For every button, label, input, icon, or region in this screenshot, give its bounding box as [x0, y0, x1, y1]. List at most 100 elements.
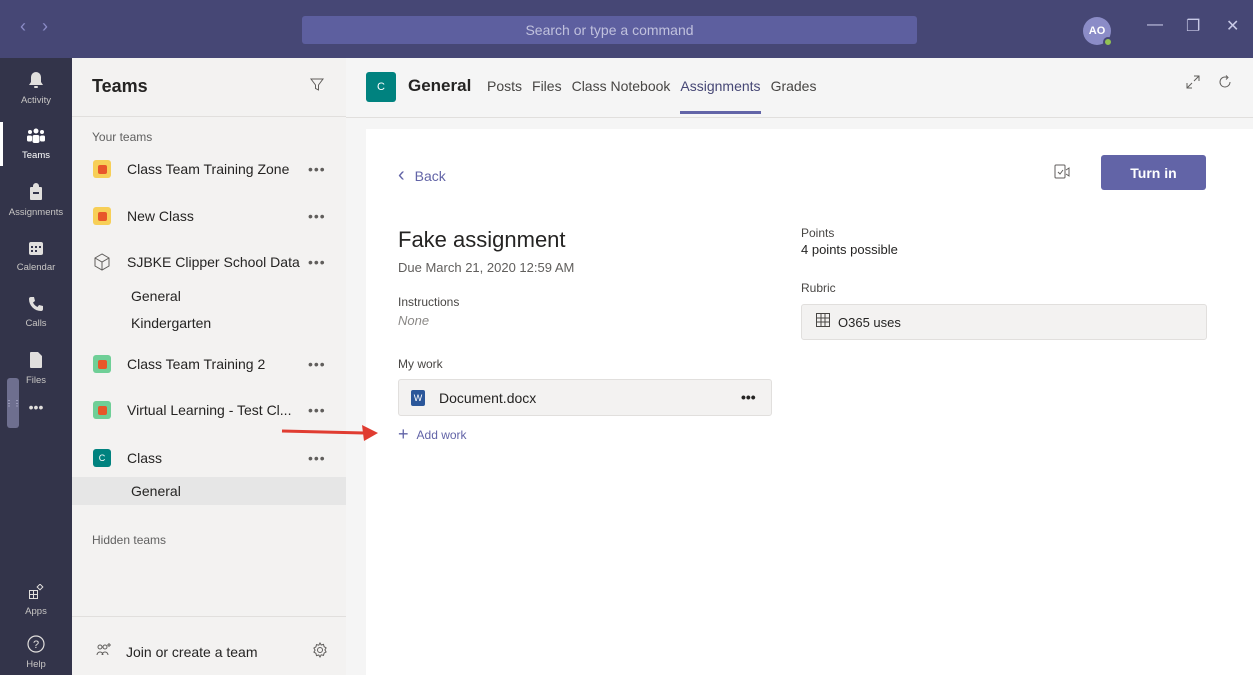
history-nav: ‹ ›: [20, 16, 48, 37]
assignments-icon: [29, 182, 43, 205]
bell-icon: [28, 71, 44, 93]
tab-files[interactable]: Files: [532, 78, 562, 116]
divider: [72, 116, 346, 117]
appbar-apps[interactable]: Apps: [0, 572, 72, 628]
appbar-label: Apps: [25, 605, 47, 617]
assignment-due-date: Due March 21, 2020 12:59 AM: [398, 260, 575, 275]
points-value: 4 points possible: [801, 242, 898, 257]
search-input[interactable]: Search or type a command: [302, 16, 917, 44]
appbar-label: Help: [26, 658, 46, 670]
teams-panel-title: Teams: [92, 76, 148, 96]
more-options-icon[interactable]: •••: [308, 450, 326, 466]
hidden-teams-label[interactable]: Hidden teams: [92, 533, 166, 547]
add-work-button[interactable]: + Add work: [398, 424, 467, 445]
more-options-icon[interactable]: •••: [741, 389, 756, 405]
appbar-teams[interactable]: Teams: [0, 116, 72, 172]
more-icon: •••: [28, 399, 44, 415]
svg-text:?: ?: [33, 639, 39, 651]
search-placeholder: Search or type a command: [525, 22, 694, 38]
channel-tile-icon: C: [366, 72, 396, 102]
tab-class-notebook[interactable]: Class Notebook: [572, 78, 671, 116]
team-name: SJBKE Clipper School Data: [127, 254, 300, 270]
team-item[interactable]: Class Team Training Zone •••: [72, 152, 346, 186]
refresh-icon[interactable]: [1218, 75, 1232, 92]
calendar-icon: [28, 240, 44, 260]
tab-posts[interactable]: Posts: [487, 78, 522, 116]
points-label: Points: [801, 226, 835, 240]
more-options-icon[interactable]: •••: [308, 254, 326, 270]
team-tile-icon: [93, 355, 111, 373]
appbar-calls[interactable]: Calls: [0, 284, 72, 340]
channel-name: General: [408, 76, 472, 95]
tab-grades[interactable]: Grades: [771, 78, 817, 116]
table-icon: [816, 313, 830, 331]
immersive-reader-icon[interactable]: [1054, 163, 1072, 186]
appbar-label: Activity: [20, 94, 52, 106]
avatar[interactable]: AO: [1083, 17, 1113, 47]
team-tile-icon: [93, 160, 111, 178]
add-team-icon: [96, 643, 112, 660]
appbar-calendar[interactable]: Calendar: [0, 228, 72, 284]
annotation-arrow-icon: [281, 425, 378, 441]
assignment-title: Fake assignment: [398, 227, 566, 252]
channel-item-general[interactable]: General: [72, 282, 346, 310]
join-create-team-label: Join or create a team: [126, 643, 258, 660]
team-name: Class Team Training 2: [127, 356, 266, 372]
your-teams-label: Your teams: [92, 130, 153, 144]
assignment-card: ‹ Back Turn in Fake assignment Due March…: [366, 129, 1253, 675]
appbar-help[interactable]: ? Help: [0, 624, 72, 675]
minimize-icon[interactable]: —: [1147, 16, 1163, 34]
teams-icon: [26, 128, 46, 148]
more-options-icon[interactable]: •••: [308, 161, 326, 177]
team-item[interactable]: New Class •••: [72, 199, 346, 233]
expand-icon[interactable]: [1186, 75, 1200, 92]
app-bar: Activity Teams Assignments Calendar Call…: [0, 58, 72, 675]
channel-item-kindergarten[interactable]: Kindergarten: [72, 309, 346, 337]
close-icon[interactable]: ✕: [1226, 16, 1239, 36]
team-item[interactable]: SJBKE Clipper School Data •••: [72, 245, 346, 279]
tab-assignments[interactable]: Assignments: [680, 78, 761, 116]
title-bar: ‹ › Search or type a command AO — ❐ ✕: [0, 0, 1253, 58]
team-name: New Class: [127, 208, 194, 224]
main-content: C General Posts Files Class Notebook Ass…: [346, 58, 1253, 675]
appbar-label: Assignments: [8, 206, 64, 218]
appbar-label: Calls: [25, 317, 47, 329]
my-work-label: My work: [398, 357, 443, 371]
divider: [72, 616, 346, 617]
back-button[interactable]: ‹ Back: [398, 164, 446, 187]
apps-icon: [28, 582, 44, 604]
appbar-label: Teams: [22, 149, 50, 161]
instructions-value: None: [398, 313, 430, 328]
team-tile-icon: [93, 207, 111, 225]
appbar-activity[interactable]: Activity: [0, 60, 72, 116]
forward-arrow-icon[interactable]: ›: [42, 16, 48, 37]
team-item[interactable]: C Class •••: [72, 441, 346, 475]
restore-icon[interactable]: ❐: [1186, 16, 1200, 36]
team-tile-icon: [93, 401, 111, 419]
channel-header: C General Posts Files Class Notebook Ass…: [346, 58, 1253, 118]
filter-icon[interactable]: [310, 78, 324, 97]
more-options-icon[interactable]: •••: [308, 356, 326, 372]
team-name: Virtual Learning - Test Cl...: [127, 402, 292, 418]
plus-icon: +: [398, 424, 409, 444]
turn-in-button[interactable]: Turn in: [1101, 155, 1206, 190]
back-arrow-icon[interactable]: ‹: [20, 16, 26, 37]
instructions-label: Instructions: [398, 295, 460, 309]
join-create-team-button[interactable]: Join or create a team: [96, 643, 258, 660]
team-name: Class: [127, 450, 163, 466]
gear-icon[interactable]: [312, 641, 328, 663]
rubric-button[interactable]: O365 uses: [801, 304, 1207, 340]
team-tile-icon: C: [93, 449, 111, 467]
school-data-sync-icon: [93, 253, 111, 271]
appbar-assignments[interactable]: Assignments: [0, 172, 72, 228]
panel-handle-icon[interactable]: ⋮⋮: [5, 378, 21, 428]
word-document-icon: W: [411, 389, 425, 406]
chevron-left-icon: ‹: [398, 164, 405, 186]
work-item-document[interactable]: W Document.docx •••: [398, 379, 772, 416]
channel-item-general-selected[interactable]: General: [72, 477, 346, 505]
more-options-icon[interactable]: •••: [308, 208, 326, 224]
channel-tabs: Posts Files Class Notebook Assignments G…: [487, 78, 816, 116]
more-options-icon[interactable]: •••: [308, 402, 326, 418]
rubric-name: O365 uses: [838, 314, 901, 330]
team-item[interactable]: Class Team Training 2 •••: [72, 347, 346, 381]
